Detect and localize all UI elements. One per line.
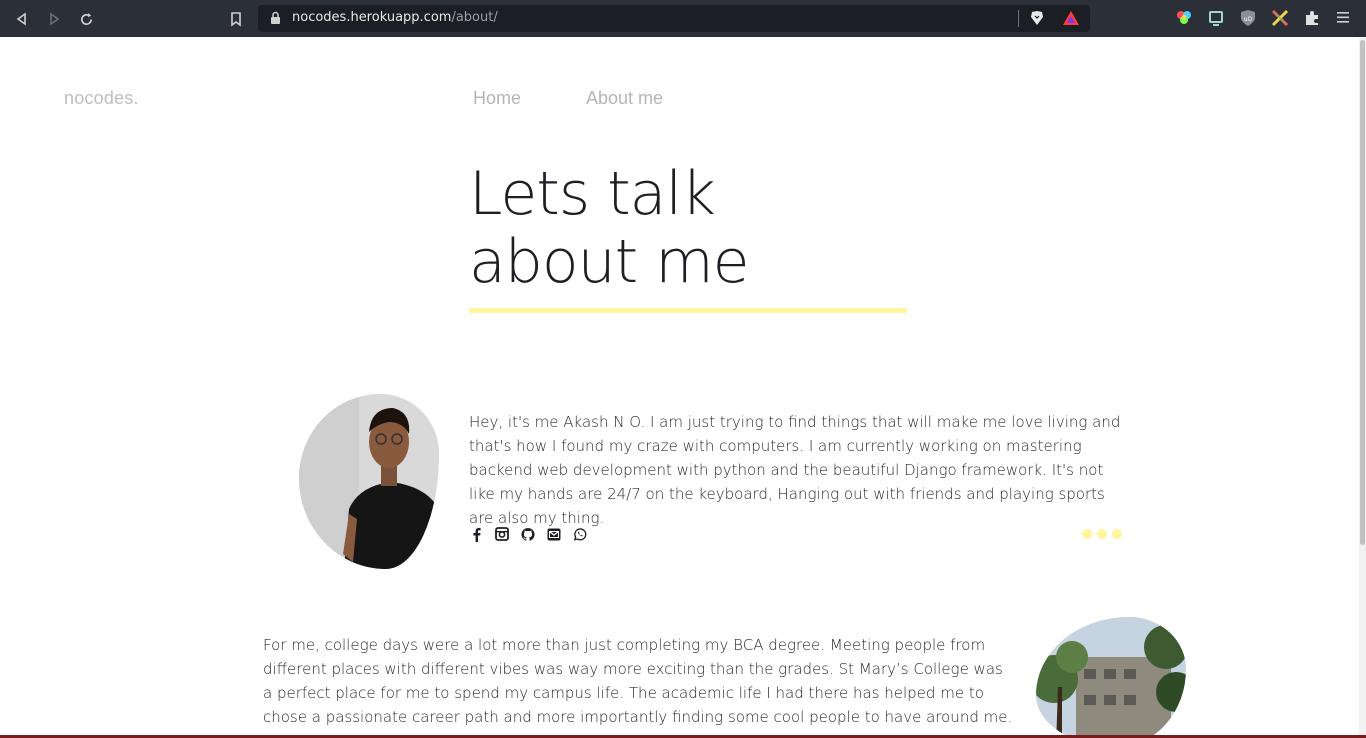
- url-path: /about/: [451, 10, 498, 25]
- nav-link-home[interactable]: Home: [473, 88, 521, 109]
- url-text: nocodes.herokuapp.com/about/: [292, 10, 498, 25]
- brave-rewards-icon[interactable]: [1062, 10, 1080, 31]
- url-host: nocodes.herokuapp.com: [292, 10, 452, 25]
- site-logo[interactable]: nocodes.: [64, 88, 139, 109]
- nav-link-about[interactable]: About me: [586, 88, 663, 109]
- decorative-dots: [1082, 529, 1122, 539]
- dot: [1082, 529, 1092, 539]
- address-bar[interactable]: nocodes.herokuapp.com/about/: [258, 5, 1090, 32]
- title-line-2: about me: [469, 227, 750, 297]
- social-links: [469, 526, 587, 542]
- page-title: Lets talk about me: [469, 159, 750, 297]
- back-icon[interactable]: [11, 8, 33, 30]
- bio-text: Hey, it's me Akash N O. I am just trying…: [469, 413, 1121, 527]
- page-scrollbar-thumb[interactable]: [1360, 40, 1365, 545]
- address-divider: [1018, 10, 1019, 27]
- browser-toolbar: nocodes.herokuapp.com/about/ uO: [0, 0, 1366, 37]
- dot: [1112, 529, 1122, 539]
- reload-icon[interactable]: [75, 8, 97, 30]
- whatsapp-icon[interactable]: [573, 526, 587, 542]
- title-line-1: Lets talk: [469, 159, 716, 229]
- color-picker-extension-icon[interactable]: [1175, 9, 1193, 27]
- dot: [1097, 529, 1107, 539]
- ublock-icon[interactable]: uO: [1239, 9, 1257, 27]
- menu-hamburger-icon[interactable]: [1336, 9, 1354, 27]
- extensions-puzzle-icon[interactable]: [1303, 9, 1321, 27]
- college-text: For me, college days were a lot more tha…: [263, 636, 1013, 726]
- tools-extension-icon[interactable]: [1271, 9, 1289, 27]
- github-icon[interactable]: [521, 526, 535, 542]
- title-underline: [469, 308, 907, 313]
- svg-text:uO: uO: [1244, 16, 1253, 23]
- bookmark-icon[interactable]: [225, 8, 247, 30]
- facebook-icon[interactable]: [469, 526, 483, 542]
- profile-photo: [299, 394, 439, 569]
- brave-shield-icon[interactable]: [1030, 10, 1044, 31]
- college-photo: [1036, 617, 1186, 738]
- email-icon[interactable]: [547, 526, 561, 542]
- screen-extension-icon[interactable]: [1207, 9, 1225, 27]
- lock-icon: [270, 11, 281, 30]
- instagram-icon[interactable]: [495, 526, 509, 542]
- forward-icon[interactable]: [43, 8, 65, 30]
